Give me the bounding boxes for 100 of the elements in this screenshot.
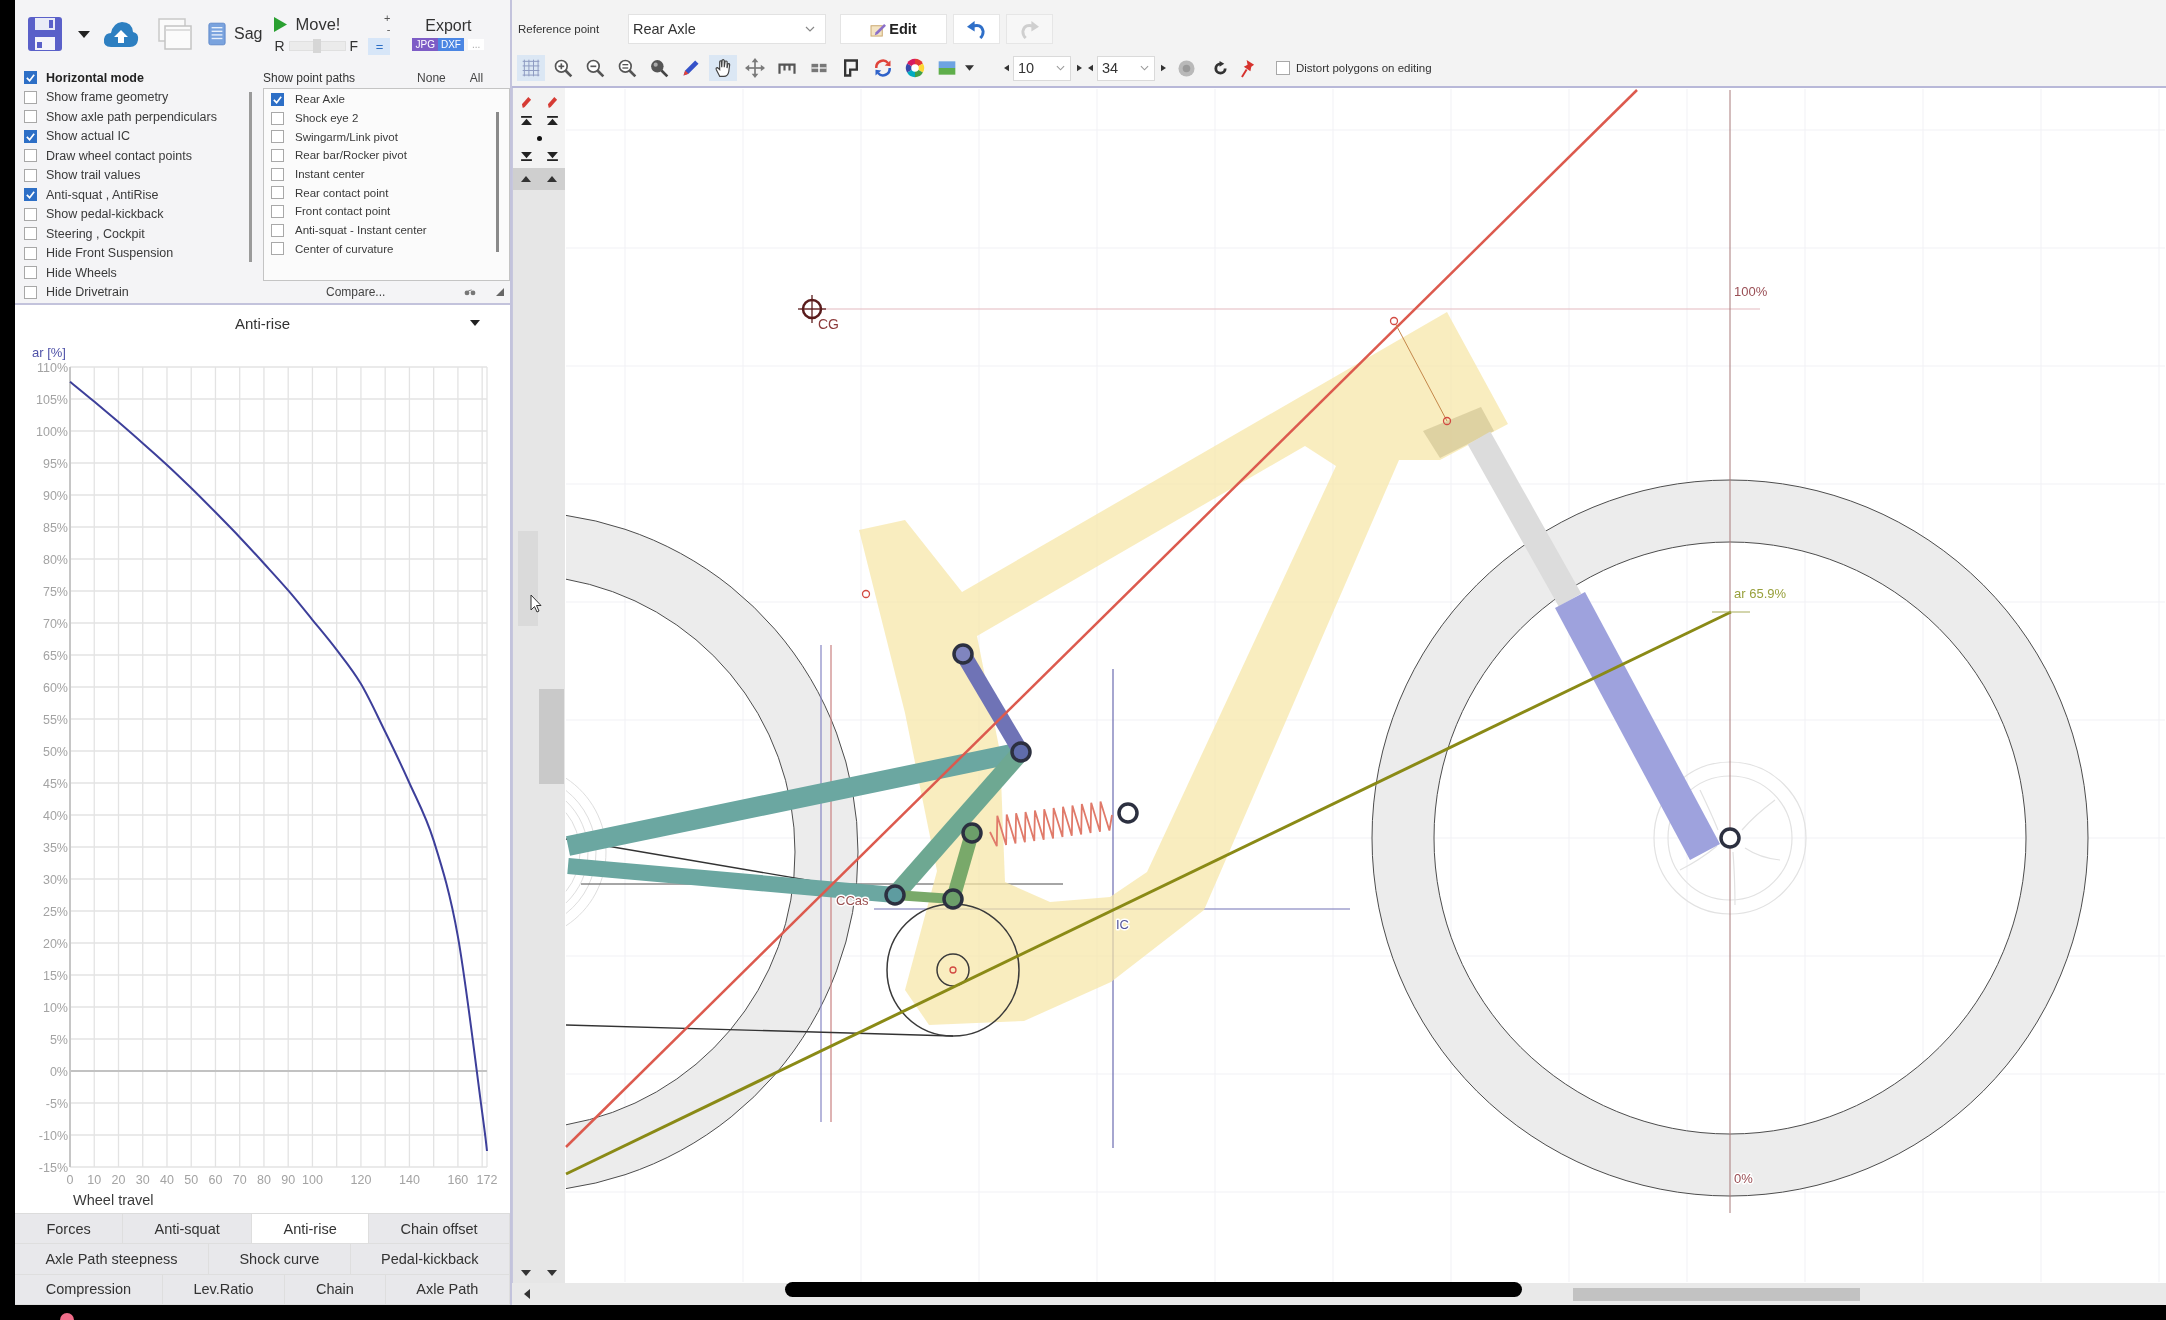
arrow-right-icon[interactable] bbox=[1077, 64, 1082, 72]
checkbox[interactable] bbox=[271, 167, 284, 181]
pencil-icon[interactable] bbox=[546, 95, 558, 109]
arrow-right-icon[interactable] bbox=[1161, 64, 1166, 72]
option-label[interactable]: Rear Axle bbox=[295, 93, 345, 106]
checkbox[interactable] bbox=[24, 266, 37, 280]
checkbox[interactable] bbox=[24, 227, 37, 241]
graph-tab[interactable]: Axle Path bbox=[385, 1274, 510, 1304]
expand-down-icon[interactable] bbox=[520, 151, 532, 161]
option-label[interactable]: Center of curvature bbox=[295, 242, 394, 255]
option-label[interactable]: Front contact point bbox=[295, 205, 391, 218]
pivot-joint-icon[interactable] bbox=[942, 888, 964, 910]
number-field[interactable]: 34 bbox=[1097, 55, 1155, 81]
number-field[interactable]: 10 bbox=[1013, 55, 1071, 81]
point-marker-icon[interactable] bbox=[1389, 316, 1399, 326]
edit-button[interactable]: Edit bbox=[840, 14, 947, 44]
checkbox[interactable] bbox=[271, 111, 284, 125]
save-icon[interactable] bbox=[27, 16, 63, 52]
pivot-joint-icon[interactable] bbox=[1117, 802, 1139, 824]
pencil-icon[interactable] bbox=[520, 95, 532, 109]
checkbox[interactable] bbox=[24, 71, 37, 85]
checkbox[interactable] bbox=[24, 168, 37, 182]
scrollbar-thumb[interactable] bbox=[496, 112, 499, 252]
pivot-joint-icon[interactable] bbox=[884, 884, 906, 906]
collapse-up-icon[interactable] bbox=[546, 115, 558, 125]
arrow-left-icon[interactable] bbox=[1004, 64, 1009, 72]
option-label[interactable]: Rear bar/Rocker pivot bbox=[295, 149, 407, 162]
option-label[interactable]: Anti-squat - Instant center bbox=[295, 224, 427, 237]
option-label[interactable]: Draw wheel contact points bbox=[46, 148, 192, 163]
pushpin-icon[interactable] bbox=[1241, 58, 1256, 78]
step-down-button[interactable]: - bbox=[386, 24, 391, 35]
scroll-up-icon[interactable] bbox=[521, 176, 531, 182]
pivot-joint-icon[interactable] bbox=[1010, 741, 1032, 763]
option-label[interactable]: Hide Front Suspension bbox=[46, 246, 174, 261]
sag-button[interactable]: Sag bbox=[208, 22, 263, 46]
point-marker-icon[interactable] bbox=[861, 589, 871, 599]
format-button[interactable]: JPG bbox=[412, 38, 438, 51]
point-marker-icon[interactable] bbox=[949, 966, 957, 974]
checkbox[interactable] bbox=[271, 148, 284, 162]
option-label[interactable]: Steering , Cockpit bbox=[46, 226, 145, 241]
option-label[interactable]: Instant center bbox=[295, 168, 365, 181]
checkbox[interactable] bbox=[271, 186, 284, 200]
slider-thumb[interactable] bbox=[313, 38, 322, 53]
checkbox[interactable] bbox=[24, 246, 37, 260]
caret-icon[interactable] bbox=[965, 65, 974, 71]
disc-icon[interactable] bbox=[1178, 59, 1195, 77]
scroll-down-icon[interactable] bbox=[547, 1269, 557, 1276]
graph-tab[interactable]: Axle Path steepness bbox=[15, 1244, 210, 1274]
scrollbar-thumb[interactable] bbox=[249, 92, 252, 262]
graph-tab[interactable]: Pedal-kickback bbox=[350, 1244, 510, 1274]
refresh-icon[interactable] bbox=[1213, 60, 1228, 76]
collapse-up-icon[interactable] bbox=[520, 115, 532, 125]
format-button[interactable]: DXF bbox=[437, 38, 464, 51]
scroll-up-icon[interactable] bbox=[547, 176, 557, 182]
arrow-left-icon[interactable] bbox=[1088, 64, 1093, 72]
checkbox[interactable] bbox=[24, 149, 37, 163]
slider-track[interactable] bbox=[288, 40, 346, 51]
checkbox[interactable] bbox=[271, 204, 284, 218]
checkbox[interactable] bbox=[24, 188, 37, 202]
none-button[interactable]: None bbox=[417, 71, 446, 85]
step-up-button[interactable]: + bbox=[384, 13, 391, 24]
scrollbar-thumb[interactable] bbox=[539, 689, 564, 784]
undo-button[interactable] bbox=[953, 14, 1000, 44]
dot-icon[interactable] bbox=[536, 135, 542, 141]
tool-button[interactable] bbox=[709, 55, 737, 81]
compare-button[interactable]: Compare... bbox=[326, 285, 386, 299]
expand-down-icon[interactable] bbox=[546, 151, 558, 161]
graph-tab[interactable]: Anti-rise bbox=[252, 1214, 370, 1244]
all-button[interactable]: All bbox=[469, 71, 484, 85]
option-label[interactable]: Hide Wheels bbox=[46, 265, 117, 280]
graph-tab[interactable]: Compression bbox=[15, 1274, 163, 1304]
splitter-handle[interactable] bbox=[518, 531, 538, 626]
caret-icon[interactable] bbox=[78, 30, 90, 38]
move-button[interactable]: Move! bbox=[274, 14, 359, 34]
pivot-joint-icon[interactable] bbox=[952, 643, 974, 665]
scrollbar-thumb[interactable] bbox=[1573, 1288, 1860, 1301]
option-label[interactable]: Swingarm/Link pivot bbox=[295, 130, 398, 143]
option-label[interactable]: Show actual IC bbox=[46, 129, 131, 144]
checkbox[interactable] bbox=[24, 285, 37, 299]
checkbox[interactable] bbox=[24, 129, 37, 143]
option-label[interactable]: Horizontal mode bbox=[46, 70, 144, 85]
option-label[interactable]: Show trail values bbox=[46, 168, 141, 183]
graph-tab[interactable]: Shock curve bbox=[209, 1244, 351, 1274]
option-label[interactable]: Anti-squat , AntiRise bbox=[46, 187, 159, 202]
pivot-joint-icon[interactable] bbox=[1719, 827, 1741, 849]
option-label[interactable]: Distort polygons on editing bbox=[1296, 62, 1432, 74]
resize-corner-icon[interactable] bbox=[496, 288, 504, 296]
graph-tab[interactable]: Chain bbox=[285, 1274, 386, 1304]
reference-point-dropdown[interactable]: Rear Axle bbox=[628, 14, 826, 44]
graph-tab[interactable]: Lev.Ratio bbox=[162, 1274, 286, 1304]
option-label[interactable]: Show frame geometry bbox=[46, 90, 169, 105]
checkbox[interactable] bbox=[24, 110, 37, 124]
scroll-left-icon[interactable] bbox=[524, 1289, 530, 1299]
graph-tab[interactable]: Forces bbox=[15, 1214, 124, 1244]
checkbox[interactable] bbox=[24, 207, 37, 221]
option-label[interactable]: Show pedal-kickback bbox=[46, 207, 164, 222]
checkbox[interactable] bbox=[271, 223, 284, 237]
glasses-icon[interactable] bbox=[464, 288, 476, 296]
option-label[interactable]: Show axle path perpendiculars bbox=[46, 109, 217, 124]
point-marker-icon[interactable] bbox=[1442, 416, 1452, 426]
